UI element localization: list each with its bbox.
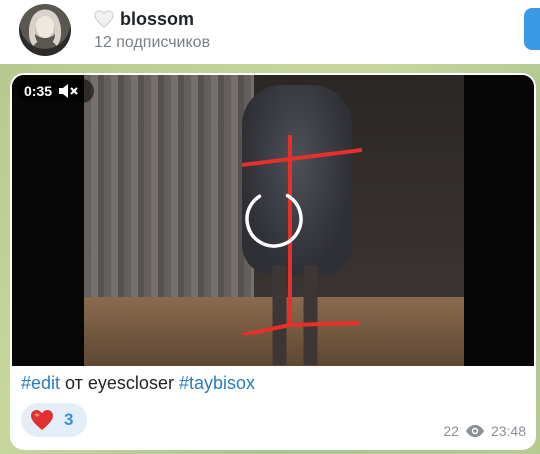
heart-reaction[interactable]: 3 xyxy=(21,403,87,437)
subscriber-count: 12 подписчиков xyxy=(94,34,211,51)
video-frame-right xyxy=(464,75,534,366)
view-count: 22 xyxy=(443,423,459,439)
video-duration-badge[interactable]: 0:35 xyxy=(18,79,94,103)
channel-header: blossom 12 подписчиков xyxy=(0,0,540,64)
join-button[interactable] xyxy=(524,8,540,50)
caption-text: от eyescloser xyxy=(60,373,179,393)
channel-title[interactable]: blossom xyxy=(94,8,194,30)
video-frame-left xyxy=(12,75,84,366)
red-heart-icon xyxy=(31,410,53,430)
channel-avatar[interactable] xyxy=(19,4,71,56)
avatar-face xyxy=(36,16,54,38)
channel-name: blossom xyxy=(120,8,195,29)
hashtag-edit[interactable]: #edit xyxy=(21,373,60,393)
video-player[interactable]: 0:35 xyxy=(12,75,534,366)
video-curtain xyxy=(84,75,254,300)
white-heart-icon xyxy=(94,10,114,28)
message-time: 23:48 xyxy=(490,423,526,439)
eye-icon xyxy=(465,425,484,437)
hashtag-taybisox[interactable]: #taybisox xyxy=(179,373,255,393)
video-duration: 0:35 xyxy=(24,83,53,99)
reaction-count: 3 xyxy=(64,410,74,429)
muted-speaker-icon[interactable] xyxy=(58,83,78,99)
loading-spinner-icon xyxy=(245,190,303,248)
message-caption: #edit от eyescloser #taybisox xyxy=(21,373,255,394)
message-bubble: 0:35 #edit от eyescloser #taybisox 3 22 … xyxy=(10,73,536,450)
message-meta: 22 23:48 xyxy=(443,423,526,439)
